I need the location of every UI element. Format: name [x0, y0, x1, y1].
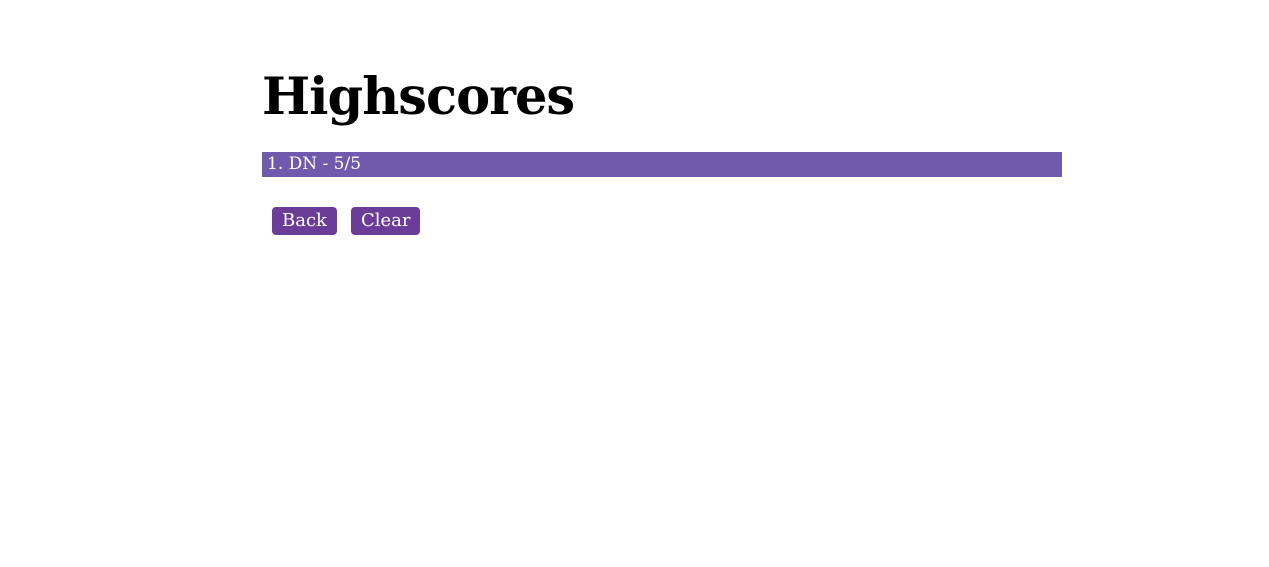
- highscore-list: 1. DN - 5/5: [262, 152, 1062, 177]
- clear-button[interactable]: Clear: [350, 207, 421, 235]
- back-button[interactable]: Back: [272, 207, 337, 235]
- action-buttons: Back Clear: [272, 207, 421, 235]
- page-title: Highscores: [262, 67, 575, 127]
- highscore-entry: 1. DN - 5/5: [262, 152, 1062, 177]
